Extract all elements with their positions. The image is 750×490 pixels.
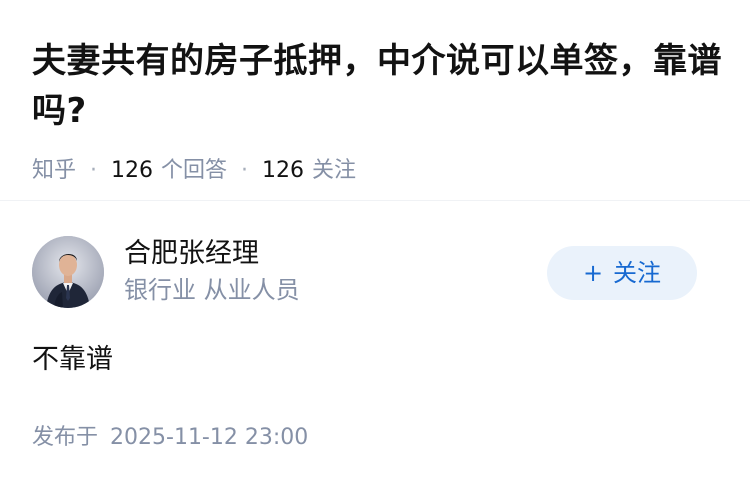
time-label: 发布于	[32, 425, 99, 450]
answers-label: 个回答	[161, 158, 228, 183]
avatar[interactable]	[32, 236, 104, 308]
answer-timestamp: 发布于 2025-11-12 23:00	[32, 422, 308, 454]
followers-label: 关注	[312, 158, 357, 183]
author-name[interactable]: 合肥张经理	[124, 236, 259, 272]
author-badge: 银行业 从业人员	[124, 276, 300, 304]
question-header: 夫妻共有的房子抵押，中介说可以单签，靠谱吗? 知乎 · 126 个回答 · 12…	[32, 36, 722, 186]
follow-label: 关注	[613, 259, 662, 287]
answers-count: 126	[111, 158, 154, 183]
question-title[interactable]: 夫妻共有的房子抵押，中介说可以单签，靠谱吗?	[32, 36, 722, 136]
section-divider	[0, 200, 750, 201]
answer-content[interactable]: 不靠谱	[32, 340, 113, 380]
person-avatar-icon	[32, 236, 104, 308]
meta-separator: ·	[90, 158, 98, 183]
follow-button[interactable]: + 关注	[547, 246, 697, 300]
meta-separator: ·	[241, 158, 249, 183]
time-value: 2025-11-12 23:00	[110, 425, 309, 450]
plus-icon: +	[582, 259, 604, 287]
answer-page: 夫妻共有的房子抵押，中介说可以单签，靠谱吗? 知乎 · 126 个回答 · 12…	[0, 0, 750, 490]
followers-count: 126	[262, 158, 305, 183]
question-meta: 知乎 · 126 个回答 · 126 关注	[32, 156, 722, 186]
source-label[interactable]: 知乎	[32, 156, 76, 186]
author-row: 合肥张经理 银行业 从业人员 + 关注	[32, 236, 718, 310]
